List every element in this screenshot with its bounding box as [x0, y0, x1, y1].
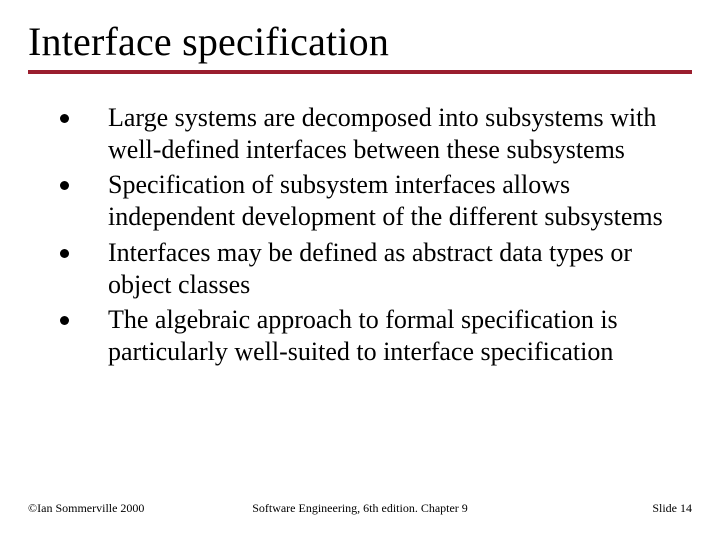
slide: Interface specification Large systems ar…: [0, 0, 720, 540]
list-item: Interfaces may be defined as abstract da…: [54, 237, 682, 300]
footer-slide-number: Slide 14: [652, 501, 692, 516]
bullet-list: Large systems are decomposed into subsys…: [54, 102, 682, 368]
slide-footer: ©Ian Sommerville 2000 Software Engineeri…: [28, 501, 692, 516]
slide-content: Large systems are decomposed into subsys…: [28, 102, 692, 368]
slide-title: Interface specification: [28, 20, 692, 74]
list-item: The algebraic approach to formal specifi…: [54, 304, 682, 367]
list-item: Large systems are decomposed into subsys…: [54, 102, 682, 165]
footer-copyright: ©Ian Sommerville 2000: [28, 501, 144, 516]
list-item: Specification of subsystem interfaces al…: [54, 169, 682, 232]
